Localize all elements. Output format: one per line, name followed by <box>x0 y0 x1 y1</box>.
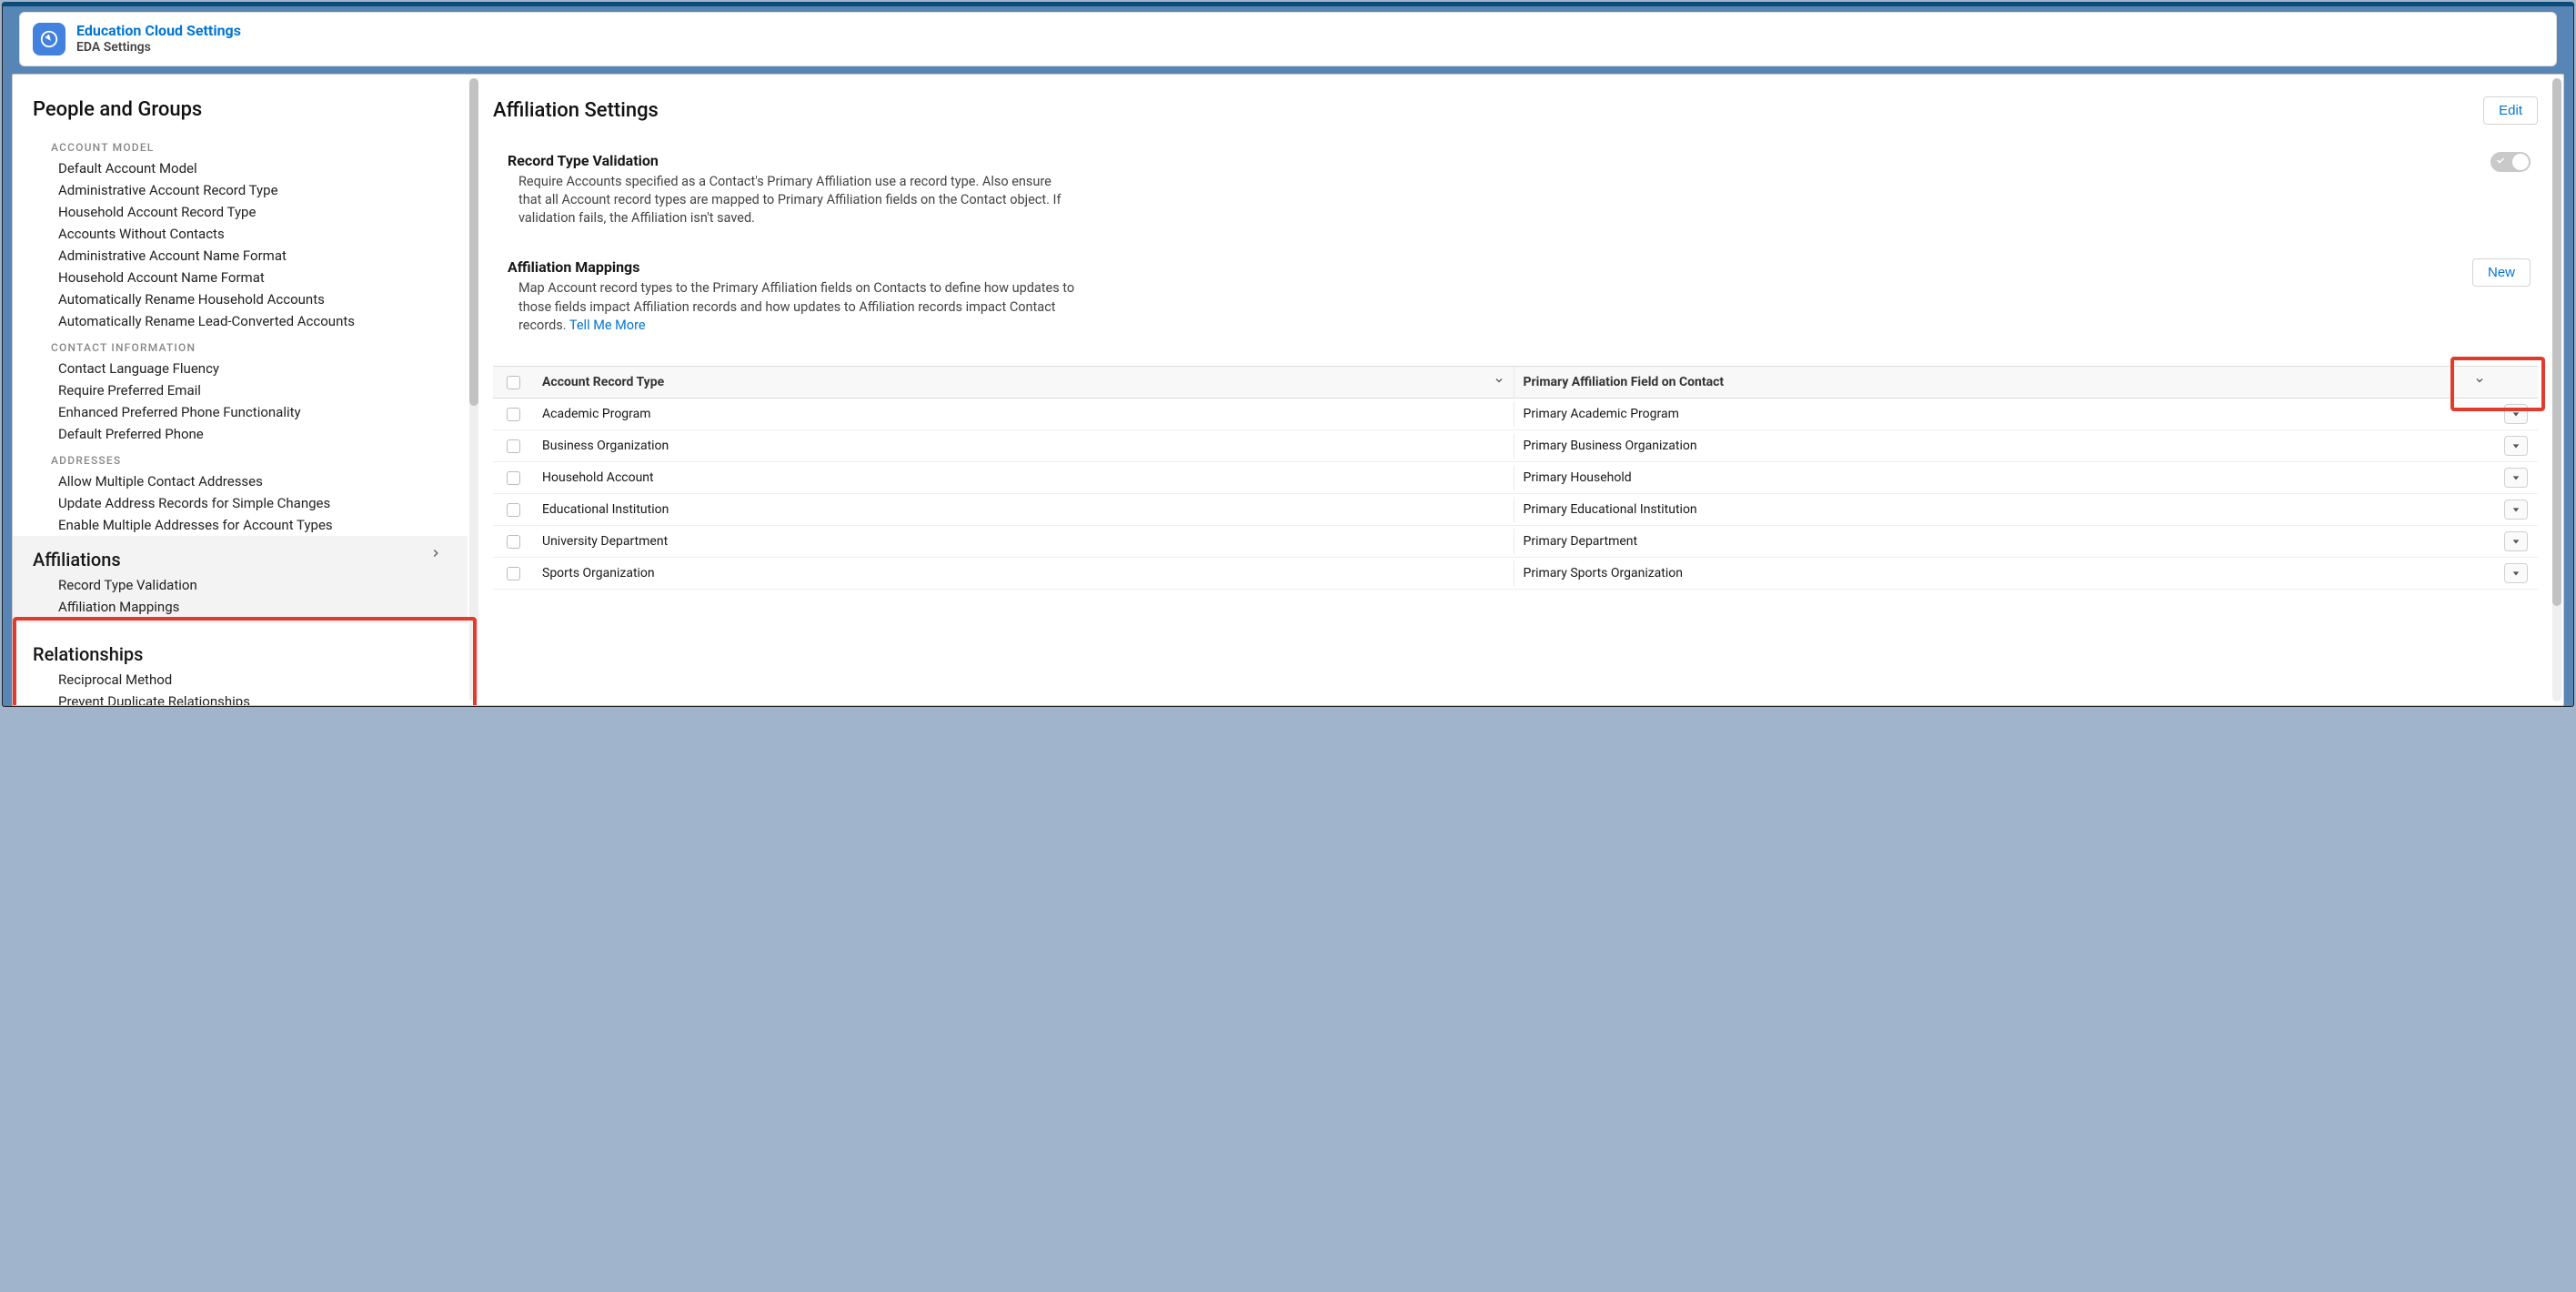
cell-account-record-type: Educational Institution <box>533 497 1514 522</box>
sidebar-item-contact-info-3[interactable]: Default Preferred Phone <box>33 423 458 445</box>
select-all-checkbox[interactable] <box>507 376 520 389</box>
settings-app-icon <box>33 23 65 56</box>
cell-account-record-type: Business Organization <box>533 433 1514 459</box>
settings-sidebar[interactable]: People and Groups ACCOUNT MODEL Default … <box>13 75 468 705</box>
cell-account-record-type: University Department <box>533 529 1514 554</box>
settings-main: Affiliation Settings Edit Record Type Va… <box>468 75 2563 705</box>
record-type-validation-toggle[interactable] <box>2490 152 2531 172</box>
sidebar-item-addresses-0[interactable]: Allow Multiple Contact Addresses <box>33 470 458 492</box>
chevron-right-icon <box>429 547 448 563</box>
table-row: Sports OrganizationPrimary Sports Organi… <box>493 558 2538 590</box>
sidebar-item-affiliations-1[interactable]: Affiliation Mappings <box>33 596 458 618</box>
sidebar-item-addresses-1[interactable]: Update Address Records for Simple Change… <box>33 492 458 514</box>
page-header-wrap: Education Cloud Settings EDA Settings <box>3 6 2573 74</box>
row-checkbox[interactable] <box>507 408 520 421</box>
sidebar-item-addresses-2[interactable]: Enable Multiple Addresses for Account Ty… <box>33 514 458 536</box>
sidebar-item-account-model-4[interactable]: Administrative Account Name Format <box>33 245 458 267</box>
cell-account-record-type: Academic Program <box>533 401 1514 427</box>
affiliation-mappings-desc: Map Account record types to the Primary … <box>508 279 1075 335</box>
col-primary-affiliation-field[interactable]: Primary Affiliation Field on Contact <box>1514 367 2495 398</box>
app-frame: Education Cloud Settings EDA Settings Pe… <box>2 2 2574 707</box>
cell-primary-affiliation-field: Primary Educational Institution <box>1514 497 2495 522</box>
page-title: Affiliation Settings <box>493 99 659 122</box>
row-actions-button[interactable] <box>2504 500 2528 520</box>
content: People and Groups ACCOUNT MODEL Default … <box>12 74 2564 706</box>
sidebar-item-relationships-0[interactable]: Reciprocal Method <box>33 669 458 691</box>
sidebar-item-contact-info-2[interactable]: Enhanced Preferred Phone Functionality <box>33 401 458 423</box>
sidebar-group-relationships[interactable]: Relationships <box>33 623 458 669</box>
cell-primary-affiliation-field: Primary Department <box>1514 529 2495 554</box>
chevron-down-icon <box>1494 375 1504 389</box>
affiliation-mappings-table: Account Record Type Primary Affiliation … <box>493 366 2538 590</box>
tell-me-more-link[interactable]: Tell Me More <box>569 318 646 333</box>
sidebar-item-account-model-1[interactable]: Administrative Account Record Type <box>33 179 458 201</box>
check-icon <box>2495 155 2506 169</box>
cell-primary-affiliation-field: Primary Sports Organization <box>1514 560 2495 586</box>
table-row: Academic ProgramPrimary Academic Program <box>493 399 2538 430</box>
page-header: Education Cloud Settings EDA Settings <box>19 12 2557 66</box>
row-checkbox[interactable] <box>507 439 520 453</box>
page-header-subtitle: EDA Settings <box>76 40 241 56</box>
sidebar-item-affiliations-0[interactable]: Record Type Validation <box>33 574 458 596</box>
main-header: Affiliation Settings Edit <box>493 96 2538 125</box>
chevron-down-icon <box>2474 375 2485 389</box>
row-checkbox[interactable] <box>507 503 520 517</box>
sidebar-group-people: People and Groups <box>33 93 458 132</box>
setting-record-type-validation: Record Type Validation Require Accounts … <box>493 152 2538 228</box>
sidebar-item-contact-info-1[interactable]: Require Preferred Email <box>33 379 458 401</box>
row-checkbox[interactable] <box>507 567 520 580</box>
page-header-titles: Education Cloud Settings EDA Settings <box>76 22 241 56</box>
sidebar-item-account-model-0[interactable]: Default Account Model <box>33 157 458 179</box>
new-button[interactable]: New <box>2472 258 2531 287</box>
sidebar-cat-addresses: ADDRESSES <box>33 445 458 470</box>
page-header-title: Education Cloud Settings <box>76 22 241 40</box>
sidebar-item-contact-info-0[interactable]: Contact Language Fluency <box>33 358 458 379</box>
table-row: University DepartmentPrimary Department <box>493 526 2538 558</box>
sidebar-item-account-model-3[interactable]: Accounts Without Contacts <box>33 223 458 245</box>
row-actions-button[interactable] <box>2504 404 2528 424</box>
record-type-validation-label: Record Type Validation <box>508 152 1075 169</box>
cell-primary-affiliation-field: Primary Academic Program <box>1514 401 2495 427</box>
table-row: Business OrganizationPrimary Business Or… <box>493 430 2538 462</box>
cell-primary-affiliation-field: Primary Household <box>1514 465 2495 490</box>
row-checkbox[interactable] <box>507 471 520 485</box>
affiliation-mappings-label: Affiliation Mappings <box>508 258 1075 276</box>
sidebar-group-affiliations[interactable]: Affiliations <box>33 536 121 574</box>
content-wrap: People and Groups ACCOUNT MODEL Default … <box>3 74 2573 706</box>
record-type-validation-desc: Require Accounts specified as a Contact'… <box>508 173 1075 228</box>
sidebar-cat-contact-info: CONTACT INFORMATION <box>33 332 458 358</box>
sidebar-cat-account-model: ACCOUNT MODEL <box>33 132 458 157</box>
cell-account-record-type: Household Account <box>533 465 1514 490</box>
sidebar-group-affiliations-block: Affiliations Record Type ValidationAffil… <box>13 536 468 623</box>
table-header: Account Record Type Primary Affiliation … <box>493 367 2538 399</box>
table-row: Educational InstitutionPrimary Education… <box>493 494 2538 526</box>
sidebar-item-account-model-5[interactable]: Household Account Name Format <box>33 267 458 288</box>
edit-button[interactable]: Edit <box>2483 96 2538 125</box>
row-checkbox[interactable] <box>507 535 520 549</box>
cell-primary-affiliation-field: Primary Business Organization <box>1514 433 2495 459</box>
row-actions-button[interactable] <box>2504 436 2528 456</box>
cell-account-record-type: Sports Organization <box>533 560 1514 586</box>
sidebar-item-account-model-6[interactable]: Automatically Rename Household Accounts <box>33 288 458 310</box>
table-row: Household AccountPrimary Household <box>493 462 2538 494</box>
setting-affiliation-mappings: Affiliation Mappings Map Account record … <box>493 258 2538 335</box>
sidebar-item-account-model-2[interactable]: Household Account Record Type <box>33 201 458 223</box>
sidebar-item-relationships-1[interactable]: Prevent Duplicate Relationships <box>33 691 458 705</box>
col-account-record-type[interactable]: Account Record Type <box>533 367 1514 398</box>
row-actions-button[interactable] <box>2504 563 2528 583</box>
row-actions-button[interactable] <box>2504 531 2528 551</box>
row-actions-button[interactable] <box>2504 468 2528 488</box>
sidebar-item-account-model-7[interactable]: Automatically Rename Lead-Converted Acco… <box>33 310 458 332</box>
main-scrollbar[interactable] <box>2551 75 2563 705</box>
